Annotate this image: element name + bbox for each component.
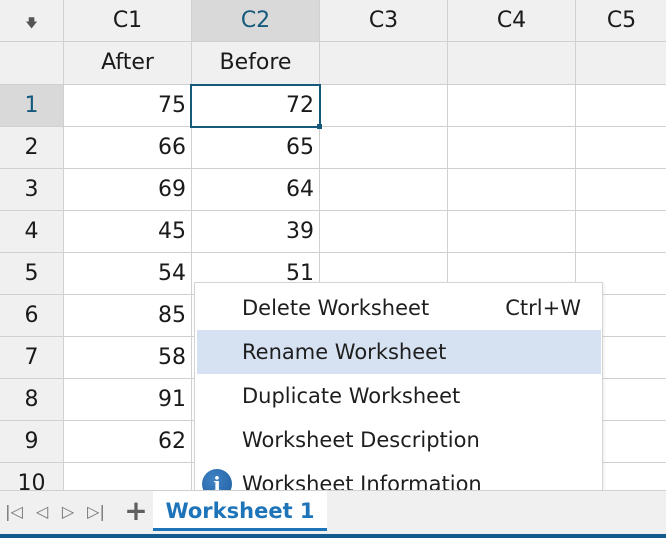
cell-c5[interactable] <box>576 211 666 253</box>
menu-item-delete-worksheet[interactable]: Delete Worksheet Ctrl+W <box>197 286 601 330</box>
cell-c5[interactable] <box>576 127 666 169</box>
column-header-c4[interactable]: C4 <box>448 0 576 42</box>
cell-c2[interactable]: 65 <box>192 127 320 169</box>
row-header[interactable]: 8 <box>0 379 64 421</box>
add-worksheet-button[interactable]: + <box>124 495 148 527</box>
cell-c4[interactable] <box>448 169 576 211</box>
menu-item-rename-worksheet[interactable]: Rename Worksheet <box>197 330 601 374</box>
last-sheet-icon: ▷| <box>87 502 105 521</box>
row-header[interactable]: 1 <box>0 85 64 127</box>
last-sheet-button[interactable]: ▷| <box>84 499 108 525</box>
column-name-c4[interactable] <box>448 42 576 85</box>
cell-c3[interactable] <box>320 127 448 169</box>
column-header-c3[interactable]: C3 <box>320 0 448 42</box>
cell-c3[interactable] <box>320 169 448 211</box>
row-header[interactable]: 5 <box>0 253 64 295</box>
tab-worksheet-1[interactable]: Worksheet 1 <box>153 491 327 531</box>
row-header[interactable]: 9 <box>0 421 64 463</box>
column-header-c1[interactable]: C1 <box>64 0 192 42</box>
table-row: 3 69 64 <box>0 169 666 211</box>
column-name-c2[interactable]: Before <box>192 42 320 85</box>
column-name-c5[interactable] <box>576 42 666 85</box>
column-header-row: 🡇 C1 C2 C3 C4 C5 <box>0 0 666 42</box>
menu-item-label: Worksheet Description <box>242 428 480 452</box>
column-name-c3[interactable] <box>320 42 448 85</box>
table-row: 1 75 72 <box>0 85 666 127</box>
menu-item-duplicate-worksheet[interactable]: Duplicate Worksheet <box>197 374 601 418</box>
cell-c1[interactable]: 75 <box>64 85 192 127</box>
cell-c4[interactable] <box>448 85 576 127</box>
cell-c2[interactable]: 64 <box>192 169 320 211</box>
column-name-c1[interactable]: After <box>64 42 192 85</box>
row-header[interactable]: 2 <box>0 127 64 169</box>
cell-c2[interactable]: 72 <box>192 85 320 127</box>
cell-c4[interactable] <box>448 127 576 169</box>
next-sheet-button[interactable]: ▷ <box>56 499 80 525</box>
column-header-c5[interactable]: C5 <box>576 0 666 42</box>
cell-c1[interactable]: 85 <box>64 295 192 337</box>
menu-item-label: Delete Worksheet <box>242 296 430 320</box>
first-sheet-button[interactable]: |◁ <box>2 499 26 525</box>
corner-cell[interactable]: 🡇 <box>0 0 64 42</box>
menu-item-label: Rename Worksheet <box>242 340 447 364</box>
context-menu: Delete Worksheet Ctrl+W Rename Worksheet… <box>194 282 603 504</box>
cell-c1[interactable]: 69 <box>64 169 192 211</box>
status-border <box>0 534 666 538</box>
row-header[interactable]: 6 <box>0 295 64 337</box>
cell-c5[interactable] <box>576 85 666 127</box>
cell-c1[interactable]: 91 <box>64 379 192 421</box>
name-row-header <box>0 42 64 85</box>
menu-item-worksheet-description[interactable]: Worksheet Description <box>197 418 601 462</box>
cell-c1[interactable]: 54 <box>64 253 192 295</box>
previous-sheet-icon: ◁ <box>35 502 49 521</box>
row-header[interactable]: 7 <box>0 337 64 379</box>
table-row: 4 45 39 <box>0 211 666 253</box>
first-sheet-icon: |◁ <box>5 502 23 521</box>
cell-c4[interactable] <box>448 211 576 253</box>
menu-item-shortcut: Ctrl+W <box>505 296 581 320</box>
sheet-tab-bar: |◁ ◁ ▷ ▷| + Worksheet 1 <box>0 490 666 538</box>
row-header[interactable]: 3 <box>0 169 64 211</box>
previous-sheet-button[interactable]: ◁ <box>30 499 54 525</box>
menu-item-label: Duplicate Worksheet <box>242 384 461 408</box>
cell-c1[interactable]: 58 <box>64 337 192 379</box>
cell-c2[interactable]: 39 <box>192 211 320 253</box>
row-header[interactable]: 4 <box>0 211 64 253</box>
cell-c5[interactable] <box>576 169 666 211</box>
next-sheet-icon: ▷ <box>61 502 75 521</box>
cell-c1[interactable]: 62 <box>64 421 192 463</box>
cell-c3[interactable] <box>320 85 448 127</box>
cell-c1[interactable]: 66 <box>64 127 192 169</box>
column-name-row: After Before <box>0 42 666 85</box>
down-arrow-icon: 🡇 <box>25 16 38 30</box>
cell-c3[interactable] <box>320 211 448 253</box>
fill-handle[interactable] <box>317 124 322 129</box>
table-row: 2 66 65 <box>0 127 666 169</box>
column-header-c2[interactable]: C2 <box>192 0 320 42</box>
cell-c1[interactable]: 45 <box>64 211 192 253</box>
